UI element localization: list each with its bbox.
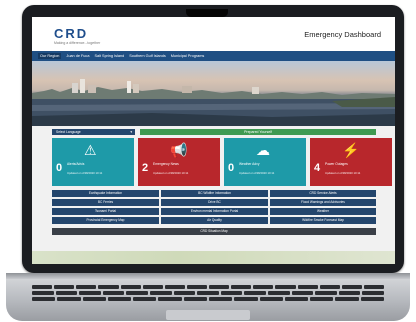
weather-updated: Updated on 2/28/2020 10:11 bbox=[239, 171, 275, 175]
crd-situation-map-button[interactable]: CRD Situation Map bbox=[52, 228, 376, 235]
provincial-emergency-map-button[interactable]: Provincial Emergency Map bbox=[52, 217, 159, 224]
keyboard bbox=[32, 285, 384, 307]
weather-button[interactable]: Weather bbox=[270, 208, 376, 215]
trackpad bbox=[166, 310, 250, 320]
site-header: CRD Making a difference...together Emerg… bbox=[32, 17, 395, 52]
earthquake-info-button[interactable]: Earthquake Information bbox=[52, 190, 159, 197]
air-quality-button[interactable]: Air Quality bbox=[161, 217, 268, 224]
alerts-label: Alerts/Advis bbox=[67, 162, 85, 166]
page-title: Emergency Dashboard bbox=[304, 30, 381, 39]
outages-label: Power Outages bbox=[325, 162, 348, 166]
logo-tagline: Making a difference...together bbox=[54, 41, 101, 45]
dashboard-screen: CRD Making a difference...together Emerg… bbox=[32, 17, 395, 264]
news-count: 2 bbox=[142, 162, 149, 174]
crd-logo[interactable]: CRD bbox=[54, 26, 88, 41]
language-select[interactable]: Select Language bbox=[52, 129, 135, 135]
outages-count: 4 bbox=[314, 162, 321, 174]
weather-count: 0 bbox=[228, 162, 235, 174]
laptop-mockup: CRD Making a difference...together Emerg… bbox=[0, 0, 416, 322]
lightning-icon: ⚡ bbox=[342, 142, 360, 158]
hero-image bbox=[32, 61, 395, 126]
laptop-base bbox=[6, 273, 410, 321]
wildfire-smoke-map-button[interactable]: Wildfire Smoke Forecast Map bbox=[270, 217, 376, 224]
environmental-portal-button[interactable]: Environ mental Information Portal bbox=[161, 208, 268, 215]
flood-warnings-button[interactable]: Flood Warnings and Advisories bbox=[270, 199, 376, 206]
tile-power-outages[interactable]: ⚡ 4 Power Outages Updated on 2/28/2020 1… bbox=[310, 138, 392, 186]
harbour-skyline-image bbox=[32, 79, 395, 126]
dashboard-content: Select Language Prepared Yourself ⚠ 0 Al… bbox=[32, 126, 395, 264]
bc-wildfire-button[interactable]: BC Wildfire Information bbox=[161, 190, 268, 197]
prepared-yourself-button[interactable]: Prepared Yourself bbox=[140, 129, 376, 135]
tile-emergency-news[interactable]: 📢 2 Emergency News Updated on 2/28/2020 … bbox=[138, 138, 220, 186]
megaphone-icon: 📢 bbox=[170, 142, 188, 158]
tsunami-portal-button[interactable]: Tsunami Portal bbox=[52, 208, 159, 215]
nav-item-juan-de-fuca[interactable]: Juan de Fuca bbox=[66, 54, 89, 58]
nav-item-southern-gulf[interactable]: Southern Gulf Islands bbox=[129, 54, 166, 58]
camera-notch bbox=[186, 9, 228, 17]
alerts-count: 0 bbox=[56, 162, 63, 174]
nav-item-municipal[interactable]: Municipal Programs bbox=[171, 54, 205, 58]
nav-item-our-region[interactable]: Our Region bbox=[38, 53, 62, 59]
alerts-updated: Updated on 2/28/2020 10:11 bbox=[67, 171, 103, 175]
outages-updated: Updated on 2/28/2020 10:11 bbox=[325, 171, 361, 175]
cloud-icon: ☁ bbox=[256, 142, 270, 158]
news-label: Emergency News bbox=[153, 162, 179, 166]
news-updated: Updated on 2/28/2020 10:11 bbox=[153, 171, 189, 175]
tile-alerts[interactable]: ⚠ 0 Alerts/Advis Updated on 2/28/2020 10… bbox=[52, 138, 134, 186]
map-preview bbox=[32, 251, 395, 264]
warning-icon: ⚠ bbox=[84, 142, 97, 158]
tile-weather[interactable]: ☁ 0 Weather Advy Updated on 2/28/2020 10… bbox=[224, 138, 306, 186]
bc-ferries-button[interactable]: BC Ferries bbox=[52, 199, 159, 206]
nav-item-salt-spring[interactable]: Salt Spring Island bbox=[94, 54, 124, 58]
main-nav: Our Region Juan de Fuca Salt Spring Isla… bbox=[32, 51, 395, 61]
drive-bc-button[interactable]: Drive BC bbox=[161, 199, 268, 206]
weather-label: Weather Advy bbox=[239, 162, 260, 166]
crd-service-alerts-button[interactable]: CRD Service Alerts bbox=[270, 190, 376, 197]
laptop-hinge bbox=[6, 273, 410, 279]
